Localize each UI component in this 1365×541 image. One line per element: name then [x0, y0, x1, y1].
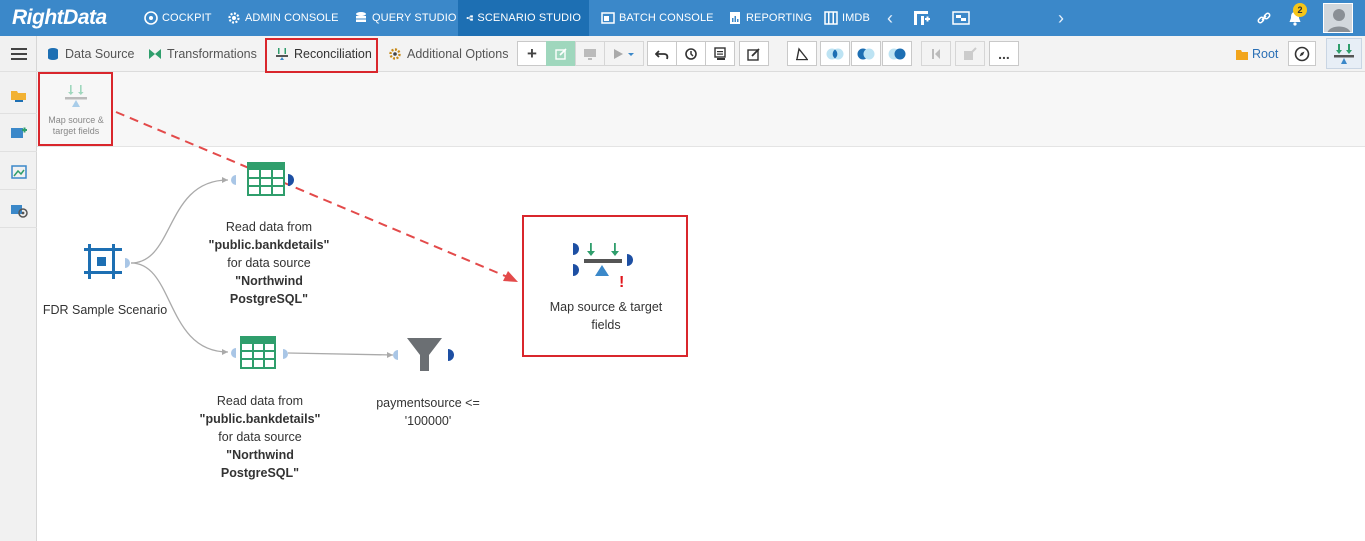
map-line2: fields — [591, 318, 621, 332]
read1-source-line1: "Northwind — [235, 274, 303, 288]
filter-line1: paymentsource <= — [376, 396, 480, 410]
read2-input-port[interactable] — [231, 348, 236, 358]
read2-line3: for data source — [218, 430, 302, 444]
annotation-arrowhead — [503, 271, 518, 282]
read2-source-line1: "Northwind — [226, 448, 294, 462]
read1-line3: for data source — [227, 256, 311, 270]
filter-node-label: paymentsource <= '100000' — [358, 394, 498, 430]
scenario-output-port[interactable] — [125, 258, 130, 268]
read2-node-label: Read data from "public.bankdetails" for … — [181, 392, 339, 482]
map-node-label: Map source & target fields — [530, 298, 682, 334]
scenario-node-label: FDR Sample Scenario — [32, 301, 178, 319]
read1-output-port[interactable] — [288, 174, 294, 186]
read1-line1: Read data from — [225, 220, 313, 234]
read1-node-label: Read data from "public.bankdetails" for … — [190, 218, 348, 308]
map-line1: Map source & target — [549, 300, 663, 314]
read2-line1: Read data from — [216, 394, 304, 408]
map-node-warning-icon[interactable]: ! — [619, 274, 624, 292]
scenario-node-icon[interactable] — [84, 244, 122, 279]
connector-arrow — [387, 352, 393, 358]
read1-table-icon[interactable] — [247, 162, 285, 196]
scenario-node-text: FDR Sample Scenario — [42, 303, 168, 317]
read2-table-name: "public.bankdetails" — [199, 412, 321, 426]
read2-table-icon[interactable] — [240, 336, 276, 369]
read1-input-port[interactable] — [231, 175, 236, 185]
read1-source-line2: PostgreSQL" — [229, 292, 309, 306]
read2-output-port[interactable] — [283, 349, 288, 359]
filter-input-port[interactable] — [393, 350, 398, 360]
read1-table-name: "public.bankdetails" — [208, 238, 330, 252]
connector-arrow — [222, 177, 228, 183]
highlight-map-node — [522, 215, 688, 357]
connector-line — [287, 352, 394, 356]
filter-line2: '100000' — [404, 414, 452, 428]
filter-output-port[interactable] — [448, 349, 454, 361]
filter-funnel-icon[interactable] — [407, 338, 442, 371]
connector-arrow — [222, 349, 228, 355]
read2-source-line2: PostgreSQL" — [220, 466, 300, 480]
